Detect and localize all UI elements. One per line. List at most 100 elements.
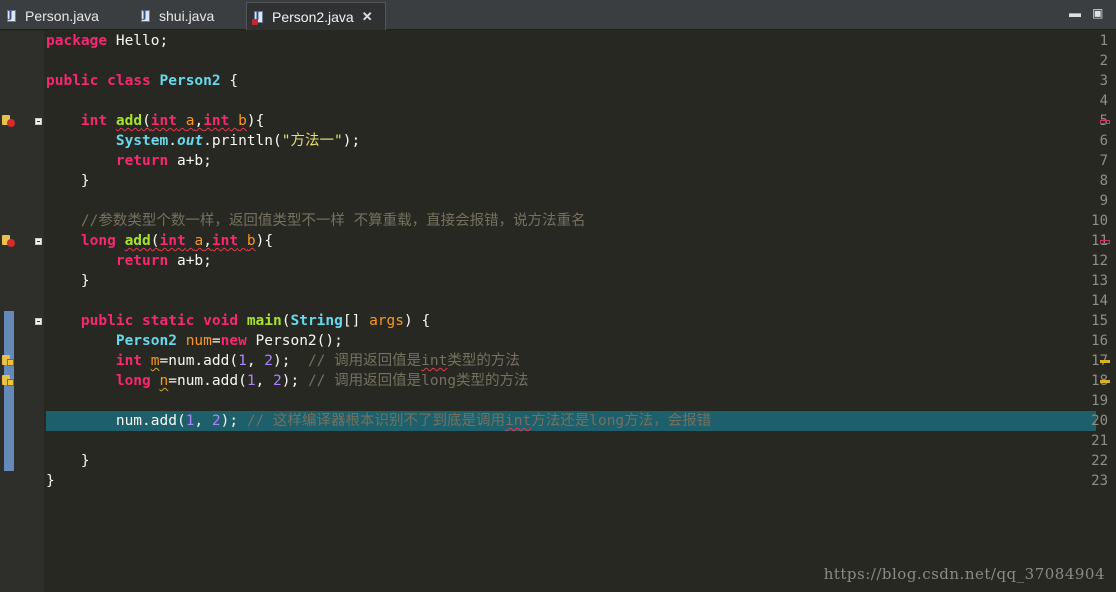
code-text: Person2(); <box>246 333 343 349</box>
code-text: ); <box>342 133 361 149</box>
close-icon[interactable]: ✕ <box>362 9 373 25</box>
keyword: static <box>142 313 195 329</box>
code-text: num.add( <box>115 413 186 429</box>
comment: int <box>505 413 532 429</box>
variable: num <box>185 333 212 349</box>
error-marker-icon[interactable] <box>2 115 15 127</box>
code-line-current: num.add(1, 2); // 这样编译器根本识别不了到底是调用int方法还… <box>46 411 711 431</box>
code-text: = <box>211 333 221 349</box>
code-text: } <box>80 453 90 469</box>
code-text: { <box>220 73 239 89</box>
code-line: long add(int a,int b){ <box>46 231 273 251</box>
comment: int <box>421 353 448 369</box>
java-file-error-icon: J <box>252 10 264 25</box>
code-text: } <box>80 173 90 189</box>
keyword: long <box>115 373 151 389</box>
warning-marker-icon[interactable] <box>2 375 15 387</box>
tab-label: Person2.java <box>272 8 354 25</box>
method-name: add <box>115 113 143 129</box>
warning-marker-icon[interactable] <box>2 355 15 367</box>
method-name: main <box>246 313 282 329</box>
code-text: ); <box>220 413 247 429</box>
code-text: ){ <box>255 233 274 249</box>
code-line: return a+b; <box>46 251 212 271</box>
keyword: package <box>46 33 108 49</box>
tab-person-java[interactable]: J Person.java <box>0 2 130 30</box>
comment: //参数类型个数一样，返回值类型不一样 不算重载，直接会报错，说方法重名 <box>80 213 586 229</box>
code-text: , <box>255 373 274 389</box>
tab-shui-java[interactable]: J shui.java <box>134 2 244 30</box>
keyword: int <box>80 113 108 129</box>
warning-overview-marker[interactable] <box>1100 360 1110 363</box>
code-text: =num.add( <box>168 373 247 389</box>
keyword: new <box>220 333 247 349</box>
keyword: int <box>211 233 239 249</box>
code-text: a+b; <box>168 153 212 169</box>
tab-label: shui.java <box>159 8 215 24</box>
code-text: ) { <box>404 313 431 329</box>
parameter: b <box>246 233 256 249</box>
overview-ruler[interactable] <box>1096 31 1116 592</box>
error-overview-marker[interactable] <box>1100 240 1110 244</box>
method-scope-indicator <box>4 311 14 471</box>
warning-overview-marker[interactable] <box>1100 380 1110 383</box>
code-line: int add(int a,int b){ <box>46 111 264 131</box>
number-literal: 1 <box>238 353 247 369</box>
code-text: a+b; <box>168 253 212 269</box>
class-name: Person2 <box>159 73 221 89</box>
maximize-icon[interactable]: ▣ <box>1092 6 1103 20</box>
number-literal: 2 <box>264 353 274 369</box>
comment: // 这样编译器根本识别不了到底是调用 <box>246 413 506 429</box>
code-line: public static void main(String[] args) { <box>46 311 430 331</box>
code-line: } <box>46 271 90 291</box>
class-name: Person2 <box>115 333 177 349</box>
error-overview-marker[interactable] <box>1100 120 1110 124</box>
code-text: } <box>46 473 55 489</box>
variable: n <box>159 373 169 389</box>
code-text: ){ <box>246 113 265 129</box>
keyword: return <box>115 253 169 269</box>
code-text: , <box>194 113 204 129</box>
code-text: , <box>194 413 212 429</box>
minimize-icon[interactable]: ▬ <box>1069 6 1081 20</box>
keyword: public <box>80 313 134 329</box>
code-line: return a+b; <box>46 151 212 171</box>
keyword: long <box>80 233 116 249</box>
code-text: =num.add( <box>159 353 239 369</box>
class-name: String <box>290 313 343 329</box>
code-text: ); <box>273 353 308 369</box>
parameter: args <box>369 313 404 329</box>
code-text: Hello; <box>107 33 169 49</box>
tab-person2-java[interactable]: J Person2.java ✕ <box>246 2 386 30</box>
code-text: , <box>246 353 265 369</box>
number-literal: 2 <box>211 413 221 429</box>
fold-icon[interactable] <box>35 118 42 125</box>
code-text: ); <box>281 373 308 389</box>
number-literal: 2 <box>273 373 282 389</box>
fold-icon[interactable] <box>35 318 42 325</box>
java-file-icon: J <box>6 9 17 23</box>
code-text: , <box>203 233 212 249</box>
comment: 类型的方法 <box>447 353 520 369</box>
variable: m <box>150 353 160 369</box>
tab-label: Person.java <box>25 8 99 24</box>
code-line: int m=num.add(1, 2); // 调用返回值是int类型的方法 <box>46 351 520 371</box>
keyword: void <box>203 313 239 329</box>
code-text: ( <box>142 113 151 129</box>
code-line: long n=num.add(1, 2); // 调用返回值是long类型的方法 <box>46 371 529 391</box>
code-text: [] <box>342 313 370 329</box>
comment: 方法还是long方法，会报错 <box>531 413 712 429</box>
error-marker-icon[interactable] <box>2 235 15 247</box>
code-line: System.out.println("方法一"); <box>46 131 360 151</box>
code-text: .println( <box>203 133 282 149</box>
comment: // 调用返回值是long类型的方法 <box>307 373 529 389</box>
code-line: } <box>46 451 90 471</box>
code-text: } <box>80 273 90 289</box>
fold-icon[interactable] <box>35 238 42 245</box>
editor-tab-bar: J Person.java J shui.java J Person2.java… <box>0 0 1116 30</box>
code-line: public class Person2 { <box>46 71 238 91</box>
code-editor[interactable]: 1 2 3 4 5 6 7 8 9 10 11 12 13 14 15 16 1… <box>0 31 1116 592</box>
keyword: return <box>115 153 169 169</box>
java-file-icon: J <box>140 9 151 23</box>
code-text: ( <box>150 233 160 249</box>
